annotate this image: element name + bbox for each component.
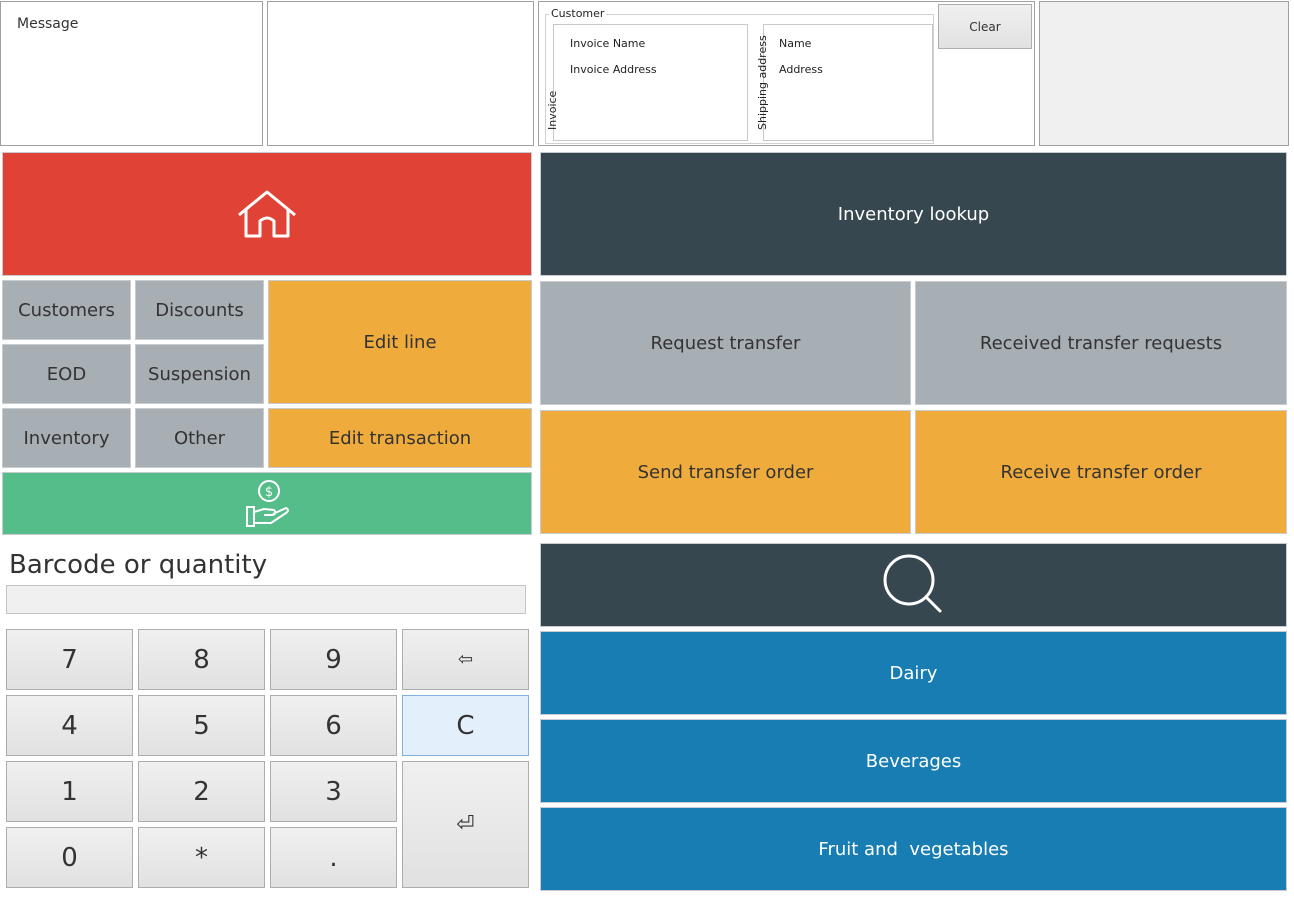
customer-panel: Customer Invoice Name Invoice Address In…	[538, 1, 1035, 146]
shipping-tab-page: Name Address	[763, 24, 933, 141]
search-icon	[883, 554, 941, 613]
request-transfer-button[interactable]: Request transfer	[540, 281, 911, 405]
ship-name: Name	[779, 37, 812, 50]
key-0[interactable]: 0	[6, 827, 133, 888]
invoice-name: Invoice Name	[570, 37, 646, 50]
key-2[interactable]: 2	[138, 761, 265, 822]
customer-group-label: Customer	[549, 7, 607, 20]
invoice-address: Invoice Address	[570, 63, 657, 76]
side-panel	[1039, 1, 1289, 146]
inventory-lookup-button[interactable]: Inventory lookup	[540, 152, 1287, 276]
other-button[interactable]: Other	[135, 408, 264, 468]
svg-text:$: $	[265, 485, 273, 500]
barcode-label: Barcode or quantity	[9, 550, 268, 580]
invoice-tab[interactable]: Invoice	[546, 91, 559, 130]
key-8[interactable]: 8	[138, 629, 265, 690]
home-button[interactable]	[2, 152, 532, 276]
received-transfer-requests-button[interactable]: Received transfer requests	[915, 281, 1287, 405]
key-4[interactable]: 4	[6, 695, 133, 756]
suspension-button[interactable]: Suspension	[135, 344, 264, 404]
key-7[interactable]: 7	[6, 629, 133, 690]
key-star[interactable]: *	[138, 827, 265, 888]
send-transfer-order-button[interactable]: Send transfer order	[540, 410, 911, 534]
shipping-tab[interactable]: Shipping address	[756, 35, 769, 130]
key-dot[interactable]: .	[270, 827, 397, 888]
barcode-input[interactable]	[6, 585, 526, 614]
message-panel: Message	[0, 1, 263, 146]
invoice-tab-page: Invoice Name Invoice Address	[553, 24, 748, 141]
info-panel	[267, 1, 534, 146]
pay-button[interactable]: $	[2, 472, 532, 535]
search-button[interactable]	[540, 543, 1287, 627]
inventory-button[interactable]: Inventory	[2, 408, 131, 468]
key-1[interactable]: 1	[6, 761, 133, 822]
customers-button[interactable]: Customers	[2, 280, 131, 340]
key-3[interactable]: 3	[270, 761, 397, 822]
ship-address: Address	[779, 63, 823, 76]
clear-button[interactable]: Clear	[938, 4, 1032, 49]
receive-transfer-order-button[interactable]: Receive transfer order	[915, 410, 1287, 534]
payment-hand-icon: $	[246, 479, 289, 527]
clear-key[interactable]: C	[402, 695, 529, 756]
category-fruit-and-vegetables[interactable]: Fruit and vegetables	[540, 807, 1287, 891]
key-5[interactable]: 5	[138, 695, 265, 756]
eod-button[interactable]: EOD	[2, 344, 131, 404]
edit-line-button[interactable]: Edit line	[268, 280, 532, 404]
home-icon	[238, 190, 296, 238]
enter-key[interactable]: ⏎	[402, 761, 529, 888]
category-dairy[interactable]: Dairy	[540, 631, 1287, 715]
message-label: Message	[17, 16, 79, 32]
edit-transaction-button[interactable]: Edit transaction	[268, 408, 532, 468]
discounts-button[interactable]: Discounts	[135, 280, 264, 340]
key-6[interactable]: 6	[270, 695, 397, 756]
key-9[interactable]: 9	[270, 629, 397, 690]
backspace-key[interactable]: ⇦	[402, 629, 529, 690]
category-beverages[interactable]: Beverages	[540, 719, 1287, 803]
